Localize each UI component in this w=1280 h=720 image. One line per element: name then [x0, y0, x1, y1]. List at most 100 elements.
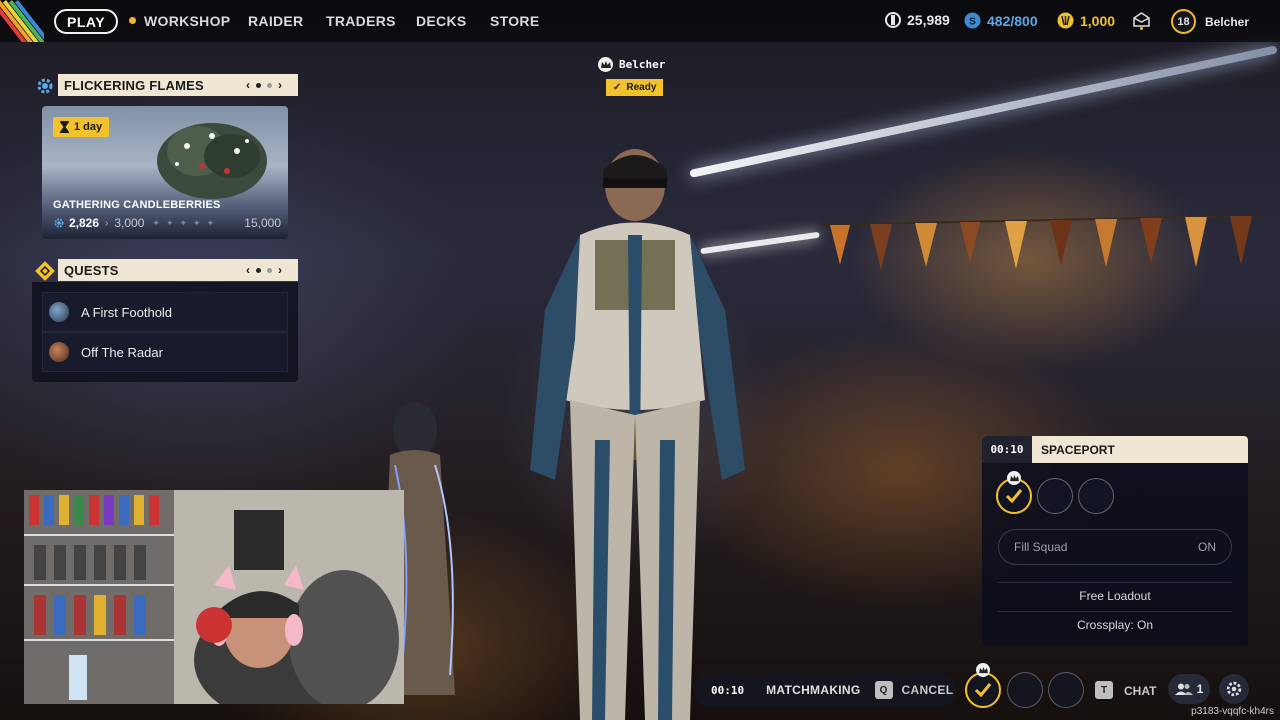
event-panel-title: FLICKERING FLAMES	[64, 77, 204, 93]
event-panel-header: FLICKERING FLAMES ‹ ›	[58, 74, 298, 96]
storage-balance[interactable]: S 482/800	[964, 12, 1038, 29]
quests-pager: ‹ ›	[246, 263, 282, 277]
event-name: GATHERING CANDLEBERRIES	[53, 199, 221, 211]
nav-store[interactable]: STORE	[490, 13, 539, 29]
notification-dot-icon	[129, 17, 136, 24]
cancel-key-hint: Q	[874, 681, 893, 699]
quests-list: A First Foothold Off The Radar	[32, 282, 298, 382]
squad-panel: 00:10 SPACEPORT Fill Squad ON Free Loado…	[982, 436, 1248, 646]
squad-destination: SPACEPORT	[1041, 442, 1115, 457]
divider	[998, 582, 1232, 583]
chevron-right-icon: ›	[105, 217, 109, 229]
gear-icon	[54, 218, 64, 228]
webcam-overlay	[24, 490, 404, 704]
milestone-icon: ✦	[179, 217, 188, 228]
quest-item[interactable]: Off The Radar	[42, 332, 288, 372]
quest-label: Off The Radar	[81, 344, 163, 360]
progress-current: 2,826	[69, 216, 100, 230]
chevron-right-icon[interactable]: ›	[278, 78, 282, 92]
bunting-decoration	[820, 215, 1280, 270]
raider-character	[530, 149, 745, 720]
gear-icon	[34, 75, 56, 97]
rainbow-stripe-logo	[0, 0, 44, 42]
squad-slot-empty[interactable]	[1078, 478, 1114, 514]
fill-squad-label: Fill Squad	[1014, 540, 1068, 554]
gear-icon	[1226, 681, 1242, 697]
milestone-icon: ✦	[193, 217, 201, 228]
cancel-matchmaking-button[interactable]: CANCEL	[902, 683, 954, 697]
divider	[998, 611, 1232, 612]
milestone-icon: ✦	[152, 217, 160, 228]
coins-icon	[885, 12, 901, 28]
mail-icon[interactable]	[1133, 12, 1150, 30]
nav-decks[interactable]: DECKS	[416, 13, 467, 29]
svg-text:S: S	[969, 17, 976, 28]
quest-diamond-icon	[33, 259, 57, 283]
player-level-badge[interactable]: 18	[1171, 9, 1196, 34]
ready-badge: ✓ Ready	[606, 79, 664, 96]
milestone-icon: ✦	[165, 217, 174, 228]
free-loadout-option[interactable]: Free Loadout	[982, 589, 1248, 603]
chevron-right-icon[interactable]: ›	[278, 263, 282, 277]
coins-balance[interactable]: 25,989	[885, 12, 950, 28]
event-card[interactable]: 1 day GATHERING CANDLEBERRIES 2,826 › 3,…	[42, 106, 288, 239]
chevron-left-icon[interactable]: ‹	[246, 78, 250, 92]
check-icon: ✓	[613, 82, 622, 93]
hourglass-icon	[60, 121, 69, 133]
quest-label: A First Foothold	[81, 304, 173, 320]
session-id: p3183-vqqfc-kh4rs	[1191, 706, 1274, 717]
light-beam	[689, 45, 1278, 178]
ready-label: Ready	[626, 82, 657, 93]
squad-header: 00:10 SPACEPORT	[982, 436, 1248, 463]
progress-milestones: ✦ ✦ ✦ ✦ ✦	[152, 218, 214, 229]
squad-slot-empty[interactable]	[1037, 478, 1073, 514]
pager-dot	[267, 267, 272, 273]
milestone-icon: ✦	[206, 217, 215, 228]
event-pager: ‹ ›	[246, 78, 282, 92]
matchmaking-label: MATCHMAKING	[766, 683, 861, 697]
event-timer-badge: 1 day	[53, 117, 110, 137]
crown-icon	[976, 663, 990, 677]
lobby-player-name: Belcher	[619, 58, 666, 71]
nav-workshop[interactable]: WORKSHOP	[144, 13, 230, 29]
party-slot-empty[interactable]	[1007, 672, 1043, 708]
crown-icon	[1007, 471, 1021, 485]
chevron-left-icon[interactable]: ‹	[246, 263, 250, 277]
chat-key-hint: T	[1095, 681, 1113, 699]
raider-tokens-balance[interactable]: 1,000	[1057, 12, 1115, 29]
play-tab[interactable]: PLAY	[54, 9, 119, 34]
fill-squad-toggle[interactable]: Fill Squad ON	[998, 529, 1232, 565]
friends-count: 1	[1196, 682, 1204, 696]
event-timer-text: 1 day	[74, 121, 103, 133]
party-slot-empty[interactable]	[1048, 672, 1084, 708]
squad-timer: 00:10	[982, 436, 1032, 463]
chat-button[interactable]: CHAT	[1124, 684, 1156, 698]
friends-icon	[1174, 683, 1193, 695]
pager-dot	[256, 82, 261, 88]
quest-item[interactable]: A First Foothold	[42, 292, 288, 332]
coins-value: 25,989	[907, 12, 950, 28]
nav-raider[interactable]: RAIDER	[248, 13, 303, 29]
event-progress: 2,826 › 3,000 ✦ ✦ ✦ ✦ ✦ 15,000	[53, 216, 281, 230]
crown-icon	[598, 57, 613, 72]
party-slot-filled[interactable]	[965, 672, 1001, 708]
ready-check-icon	[1005, 489, 1023, 504]
matchmaking-timer: 00:10	[711, 683, 745, 697]
storage-value: 482/800	[987, 12, 1038, 29]
quests-panel-title: QUESTS	[64, 262, 119, 278]
friends-button[interactable]: 1	[1168, 674, 1210, 704]
settings-button[interactable]	[1219, 674, 1249, 704]
quests-panel-header: QUESTS ‹ ›	[58, 259, 298, 281]
raider-tokens-icon	[1057, 12, 1074, 29]
pager-dot	[256, 267, 261, 273]
crossplay-option[interactable]: Crossplay: On	[982, 618, 1248, 632]
nav-traders[interactable]: TRADERS	[326, 13, 396, 29]
fill-squad-value: ON	[1198, 540, 1216, 554]
quest-avatar-icon	[49, 302, 69, 322]
top-navigation-bar: PLAY WORKSHOP RAIDER TRADERS DECKS STORE…	[0, 0, 1280, 42]
raider-tokens-value: 1,000	[1080, 12, 1116, 29]
player-username[interactable]: Belcher	[1205, 15, 1249, 29]
progress-max: 15,000	[244, 216, 281, 230]
candleberry-tree-image	[157, 123, 267, 199]
matchmaking-bar: 00:10 MATCHMAKING Q CANCEL	[694, 673, 956, 707]
